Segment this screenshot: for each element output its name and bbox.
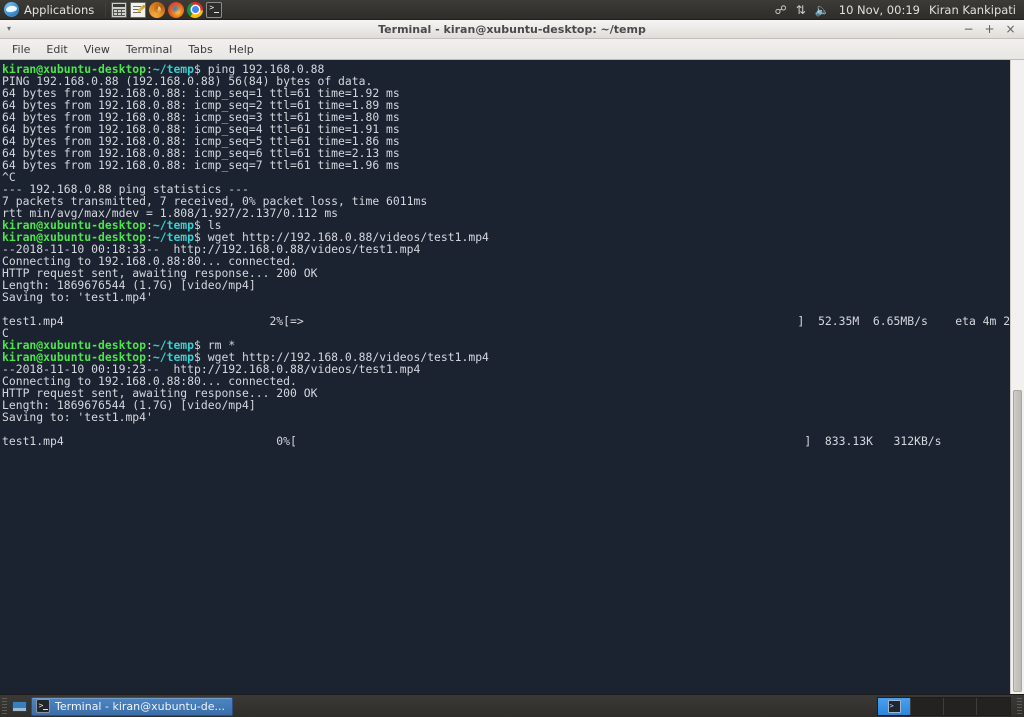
minimize-button[interactable]: − (963, 23, 974, 35)
terminal-output-line: Length: 1869676544 (1.7G) [video/mp4] (2, 278, 256, 292)
workspace-1[interactable] (878, 697, 911, 715)
applications-menu-button[interactable]: Applications (0, 0, 102, 19)
workspace-switcher (877, 696, 1011, 716)
panel-launchers (109, 1, 223, 18)
chrome-icon[interactable] (187, 1, 204, 18)
ammonite-shell-icon[interactable] (149, 1, 166, 18)
network-icon[interactable]: ⇅ (796, 4, 806, 16)
top-panel: Applications ☍ ⇅ 🔈 10 Nov, 00:19 Kiran K… (0, 0, 1024, 20)
workspace-window-preview (887, 699, 901, 713)
terminal-icon[interactable] (206, 1, 223, 18)
terminal-output-line: 64 bytes from 192.168.0.88: icmp_seq=7 t… (2, 158, 400, 172)
volume-icon[interactable]: 🔈 (815, 4, 830, 16)
bluetooth-icon[interactable]: ☍ (775, 4, 787, 16)
workspace-3[interactable] (944, 697, 977, 715)
menu-edit[interactable]: Edit (38, 41, 75, 58)
panel-left-section: Applications (0, 0, 223, 19)
xfce-mouse-icon (4, 2, 19, 17)
taskbar-handle-left[interactable] (2, 697, 7, 715)
close-button[interactable]: × (1005, 23, 1016, 35)
menu-file[interactable]: File (4, 41, 38, 58)
terminal-output-line: Saving to: 'test1.mp4' (2, 290, 153, 304)
scrollbar-thumb[interactable] (1013, 390, 1022, 692)
firefox-icon[interactable] (168, 1, 185, 18)
bottom-taskbar: Terminal - kiran@xubuntu-de... (0, 694, 1024, 717)
taskbar-handle-right[interactable] (1017, 697, 1022, 715)
terminal-scrollbar[interactable] (1010, 60, 1024, 694)
menu-tabs[interactable]: Tabs (180, 41, 220, 58)
terminal-area[interactable]: kiran@xubuntu-desktop:~/temp$ ping 192.1… (0, 60, 1024, 694)
text-editor-icon[interactable] (130, 1, 147, 18)
workspace-4[interactable] (977, 698, 1010, 715)
terminal-icon (36, 699, 50, 713)
workspace-2[interactable] (911, 697, 944, 715)
terminal-output-line: Length: 1869676544 (1.7G) [video/mp4] (2, 398, 256, 412)
terminal-output-line: test1.mp4 2%[=> ] 52.35M 6.65MB/s eta 4m… (2, 314, 1010, 328)
show-desktop-icon[interactable] (10, 698, 28, 715)
menu-terminal[interactable]: Terminal (118, 41, 181, 58)
window-title: Terminal - kiran@xubuntu-desktop: ~/temp (378, 22, 646, 36)
window-titlebar[interactable]: ▾ Terminal - kiran@xubuntu-desktop: ~/te… (0, 20, 1024, 39)
clock[interactable]: 10 Nov, 00:19 (839, 3, 920, 17)
window-controls: − + × (963, 23, 1024, 35)
menu-bar: File Edit View Terminal Tabs Help (0, 39, 1024, 60)
terminal-output-line: Saving to: 'test1.mp4' (2, 410, 153, 424)
taskbar-item-terminal[interactable]: Terminal - kiran@xubuntu-de... (31, 696, 234, 716)
maximize-button[interactable]: + (984, 23, 995, 35)
applications-menu-label: Applications (24, 2, 95, 17)
menu-help[interactable]: Help (221, 41, 262, 58)
window-menu-icon[interactable]: ▾ (0, 25, 18, 33)
taskbar-item-label: Terminal - kiran@xubuntu-de... (55, 699, 226, 713)
menu-view[interactable]: View (76, 41, 118, 58)
panel-separator (105, 2, 107, 17)
panel-tray-section: ☍ ⇅ 🔈 10 Nov, 00:19 Kiran Kankipati (775, 3, 1024, 17)
calculator-icon[interactable] (111, 1, 128, 18)
desktop-glyph-icon (11, 700, 27, 712)
terminal-output-line: test1.mp4 0%[ ] 833.13K 312KB/s (2, 434, 1010, 448)
terminal-output[interactable]: kiran@xubuntu-desktop:~/temp$ ping 192.1… (0, 60, 1010, 694)
terminal-window: ▾ Terminal - kiran@xubuntu-desktop: ~/te… (0, 20, 1024, 694)
user-name[interactable]: Kiran Kankipati (929, 3, 1016, 17)
